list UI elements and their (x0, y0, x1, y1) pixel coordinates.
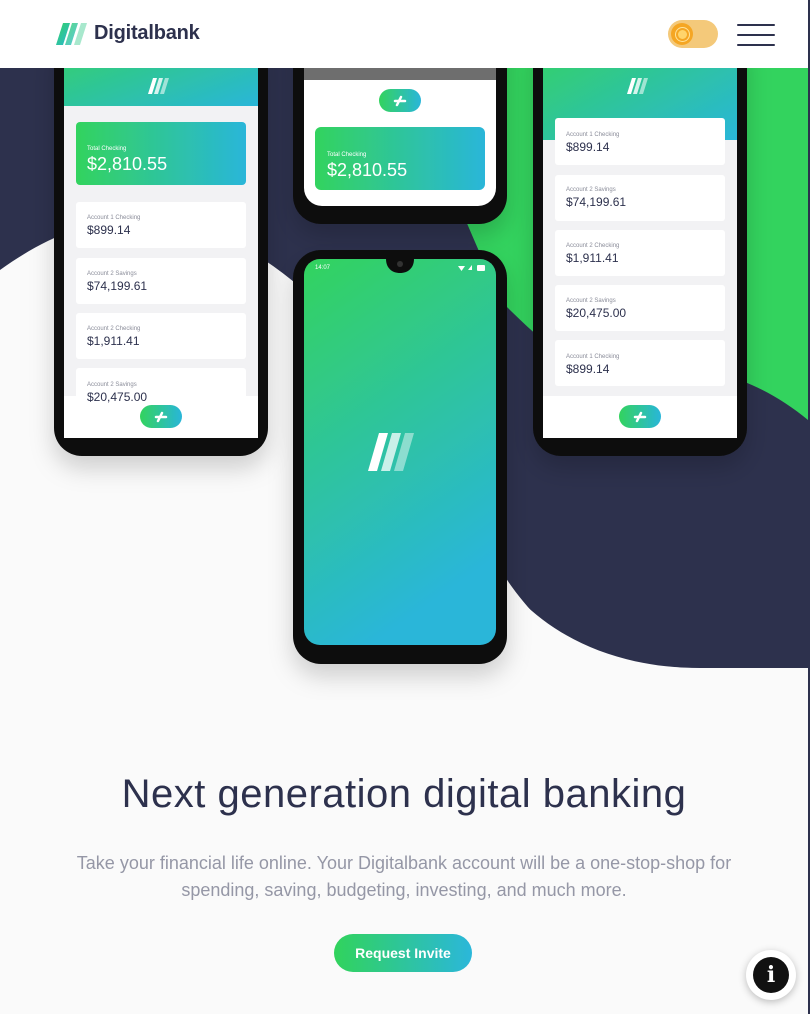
svg-text:$1,911.41: $1,911.41 (566, 251, 619, 265)
logo-mark-icon (56, 22, 87, 45)
middle-total-value: $2,810.55 (327, 160, 407, 180)
svg-text:$899.14: $899.14 (87, 223, 131, 237)
svg-text:Account 1 Checking: Account 1 Checking (87, 215, 140, 221)
svg-text:$74,199.61: $74,199.61 (87, 279, 147, 293)
phone-center (293, 250, 507, 664)
svg-text:Account 1 Checking: Account 1 Checking (566, 132, 619, 138)
left-total-value: $2,810.55 (87, 154, 167, 174)
hamburger-menu-icon[interactable] (737, 24, 775, 46)
svg-text:$74,199.61: $74,199.61 (566, 195, 626, 209)
svg-text:Account 2 Checking: Account 2 Checking (87, 326, 140, 332)
svg-text:Account 2 Checking: Account 2 Checking (566, 243, 619, 249)
svg-text:$899.14: $899.14 (566, 140, 610, 154)
center-status-time: 14:07 (315, 265, 331, 271)
hero-description: Take your financial life online. Your Di… (76, 853, 732, 900)
middle-total-label: Total Checking (327, 152, 366, 158)
theme-toggle[interactable] (668, 20, 718, 48)
brand-name: Digitalbank (94, 22, 200, 44)
svg-text:Account 2 Savings: Account 2 Savings (566, 298, 616, 304)
sun-icon (671, 23, 693, 45)
svg-text:Account 2 Savings: Account 2 Savings (566, 187, 616, 193)
hero-illustration: Total Checking $2,810.55 Account 1 Check… (0, 0, 808, 700)
info-icon: i (753, 957, 789, 993)
svg-text:Account 2 Savings: Account 2 Savings (87, 271, 137, 277)
svg-text:Account 1 Checking: Account 1 Checking (566, 354, 619, 360)
page-title: Next generation digital banking (121, 772, 687, 816)
svg-text:$899.14: $899.14 (566, 362, 610, 376)
svg-text:Account 2 Savings: Account 2 Savings (87, 382, 137, 388)
svg-text:$20,475.00: $20,475.00 (566, 306, 626, 320)
brand-logo[interactable]: Digitalbank (56, 22, 200, 45)
request-invite-button[interactable]: Request Invite (334, 934, 472, 972)
svg-text:$20,475.00: $20,475.00 (87, 390, 147, 404)
info-button[interactable]: i (746, 950, 796, 1000)
svg-text:$1,911.41: $1,911.41 (87, 334, 140, 348)
site-header: Digitalbank (0, 0, 808, 68)
left-total-label: Total Checking (87, 146, 126, 152)
